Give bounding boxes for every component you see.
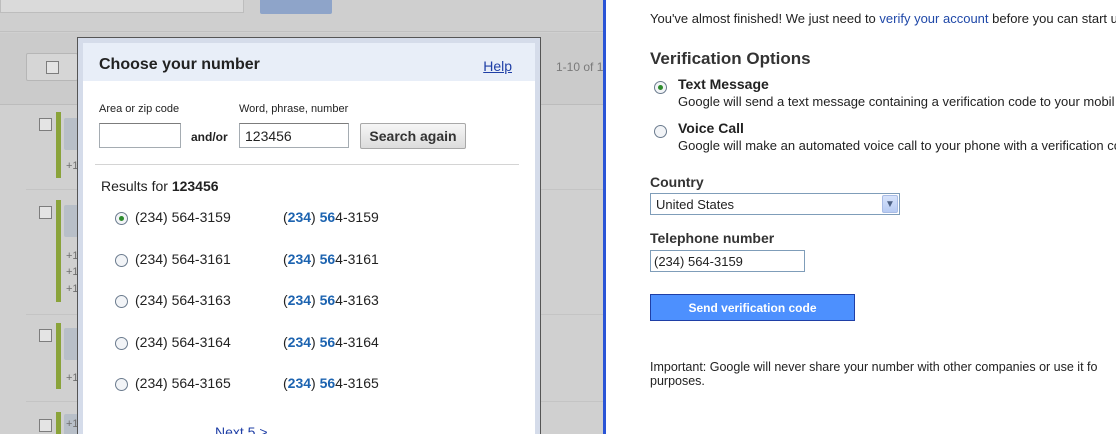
highlight-match: 234 [287, 209, 312, 225]
background-row-marker [56, 200, 61, 302]
voice-call-description: Google will make an automated voice call… [678, 138, 1116, 153]
background-row-marker [56, 412, 61, 434]
verify-account-link[interactable]: verify your account [879, 11, 988, 26]
number-segment: ) [311, 375, 320, 391]
background-search-button [260, 0, 332, 14]
background-row-checkbox [39, 419, 52, 432]
result-number-highlighted: (234) 564-3161 [283, 251, 379, 267]
result-number: (234) 564-3163 [135, 292, 231, 308]
background-row-checkbox [39, 206, 52, 219]
result-number-highlighted: (234) 564-3164 [283, 334, 379, 350]
results-prefix: Results for [101, 178, 168, 194]
result-row[interactable]: (234) 564-3164 (234) 564-3164 [113, 334, 413, 356]
result-number-highlighted: (234) 564-3159 [283, 209, 379, 225]
result-number-highlighted: (234) 564-3165 [283, 375, 379, 391]
number-segment: ) [311, 292, 320, 308]
result-radio[interactable] [115, 378, 128, 391]
background-row-marker [56, 323, 61, 389]
number-segment: 4-3163 [335, 292, 379, 308]
country-select[interactable]: United States ▼ [650, 193, 900, 215]
highlight-match: 56 [319, 292, 336, 308]
number-segment: 4-3161 [335, 251, 379, 267]
result-number-highlighted: (234) 564-3163 [283, 292, 379, 308]
dialog-body: Choose your number Help Area or zip code… [83, 43, 535, 434]
result-row[interactable]: (234) 564-3159 (234) 564-3159 [113, 209, 413, 231]
choose-number-dialog: Choose your number Help Area or zip code… [77, 37, 541, 434]
dialog-header: Choose your number Help [83, 43, 535, 81]
result-radio[interactable] [115, 254, 128, 267]
voice-call-label: Voice Call [678, 120, 744, 136]
intro-text-start: You've almost finished! We just need to [650, 11, 880, 26]
verification-panel: You've almost finished! We just need to … [606, 0, 1116, 434]
result-number: (234) 564-3164 [135, 334, 231, 350]
text-message-description: Google will send a text message containi… [678, 94, 1115, 109]
result-row[interactable]: (234) 564-3163 (234) 564-3163 [113, 292, 413, 314]
background-row-checkbox [39, 118, 52, 131]
background-checkbox [46, 61, 59, 74]
country-value: United States [656, 197, 735, 212]
dialog-title: Choose your number [99, 56, 260, 73]
next-5-link[interactable]: Next 5 > [215, 424, 268, 434]
country-label: Country [650, 174, 704, 190]
highlight-match: 56 [319, 334, 336, 350]
background-mail-app: 1-10 of 1 +1 +1 +1 +1 +1 +1 Choose your … [0, 0, 603, 434]
area-code-input[interactable] [99, 123, 181, 148]
send-verification-code-button[interactable]: Send verification code [650, 294, 855, 321]
privacy-notice: Important: Google will never share your … [650, 360, 1098, 388]
background-search-box [0, 0, 244, 13]
divider [95, 164, 519, 165]
result-row[interactable]: (234) 564-3161 (234) 564-3161 [113, 251, 413, 273]
highlight-match: 234 [287, 375, 312, 391]
highlight-match: 234 [287, 251, 312, 267]
highlight-match: 234 [287, 334, 312, 350]
number-segment: 4-3164 [335, 334, 379, 350]
voice-call-radio[interactable] [654, 125, 667, 138]
and-or-label: and/or [191, 130, 228, 144]
search-again-button[interactable]: Search again [360, 123, 466, 149]
number-segment: ) [311, 334, 320, 350]
text-message-radio[interactable] [654, 81, 667, 94]
background-pagination: 1-10 of 1 [556, 60, 603, 74]
text-message-label: Text Message [678, 76, 769, 92]
result-number: (234) 564-3165 [135, 375, 231, 391]
word-phrase-input[interactable] [239, 123, 349, 148]
background-row-marker [56, 112, 61, 178]
background-row-checkbox [39, 329, 52, 342]
result-radio[interactable] [115, 337, 128, 350]
highlight-match: 56 [319, 375, 336, 391]
number-segment: 4-3165 [335, 375, 379, 391]
area-code-label: Area or zip code [99, 103, 180, 115]
telephone-label: Telephone number [650, 230, 775, 246]
results-query: 123456 [171, 178, 219, 194]
verification-options-heading: Verification Options [650, 49, 811, 68]
number-segment: 4-3159 [335, 209, 379, 225]
result-row[interactable]: (234) 564-3165 (234) 564-3165 [113, 375, 413, 397]
number-segment: ) [311, 209, 320, 225]
word-phrase-label: Word, phrase, number [239, 103, 349, 115]
help-link[interactable]: Help [483, 58, 512, 74]
highlight-match: 56 [319, 209, 336, 225]
highlight-match: 56 [319, 251, 336, 267]
intro-text: You've almost finished! We just need to … [650, 11, 1116, 26]
highlight-match: 234 [287, 292, 312, 308]
chevron-down-icon[interactable]: ▼ [882, 195, 898, 213]
result-number: (234) 564-3159 [135, 209, 231, 225]
result-radio[interactable] [115, 212, 128, 225]
telephone-input[interactable] [650, 250, 805, 272]
intro-text-end: before you can start u [988, 11, 1116, 26]
number-segment: ) [311, 251, 320, 267]
result-radio[interactable] [115, 295, 128, 308]
results-heading: Results for 123456 [101, 178, 219, 194]
result-number: (234) 564-3161 [135, 251, 231, 267]
